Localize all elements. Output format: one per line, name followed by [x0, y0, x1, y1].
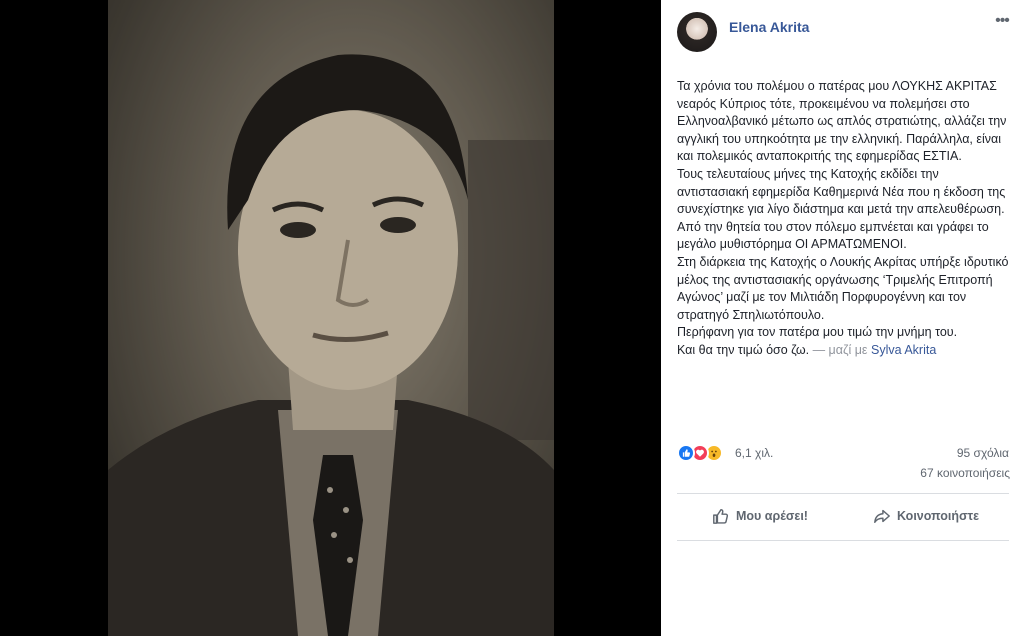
shares-count[interactable]: 67 κοινοποιήσεις: [920, 466, 1010, 480]
divider: [677, 493, 1009, 494]
like-button[interactable]: Μου αρέσει!: [677, 496, 843, 536]
share-button[interactable]: Κοινοποιήστε: [843, 496, 1009, 536]
avatar[interactable]: [677, 12, 717, 52]
comments-count[interactable]: 95 σχόλια: [957, 446, 1009, 460]
post-paragraph: Τα χρόνια του πολέμου ο πατέρας μου ΛΟΥΚ…: [677, 79, 1007, 164]
post-header: Elena Akrita •••: [677, 12, 1012, 52]
like-button-label: Μου αρέσει!: [736, 509, 808, 523]
divider: [677, 540, 1009, 541]
portrait-illustration: [108, 0, 554, 636]
post-paragraph: Περήφανη για τον πατέρα μου τιμώ την μνή…: [677, 325, 958, 340]
author-name[interactable]: Elena Akrita: [729, 19, 809, 35]
post-text: Τα χρόνια του πολέμου ο πατέρας μου ΛΟΥΚ…: [677, 78, 1009, 360]
share-arrow-icon: [874, 509, 890, 524]
reaction-icons[interactable]: [677, 443, 737, 463]
tagged-person-link[interactable]: Sylva Akrita: [871, 343, 936, 357]
more-options-icon[interactable]: •••: [992, 13, 1012, 32]
reaction-count[interactable]: 6,1 χιλ.: [735, 446, 773, 460]
like-reaction-icon: [677, 444, 695, 462]
portrait-photo[interactable]: [108, 0, 554, 636]
photo-viewer: [0, 0, 661, 636]
post-paragraph: Στη διάρκεια της Κατοχής ο Λουκής Ακρίτα…: [677, 254, 1009, 322]
post-paragraph: Τους τελευταίους μήνες της Κατοχής εκδίδ…: [677, 166, 1006, 252]
share-button-label: Κοινοποιήστε: [896, 509, 980, 523]
thumbs-up-icon: [713, 508, 729, 524]
post-panel: Elena Akrita ••• Τα χρόνια του πολέμου ο…: [661, 0, 1024, 636]
post-actions: Μου αρέσει! Κοινοποιήστε: [677, 496, 1009, 536]
post-paragraph: Και θα την τιμώ όσο ζω.: [677, 342, 810, 357]
reactions-row: 6,1 χιλ. 95 σχόλια: [677, 443, 1009, 463]
with-label: — μαζί με: [812, 342, 868, 357]
